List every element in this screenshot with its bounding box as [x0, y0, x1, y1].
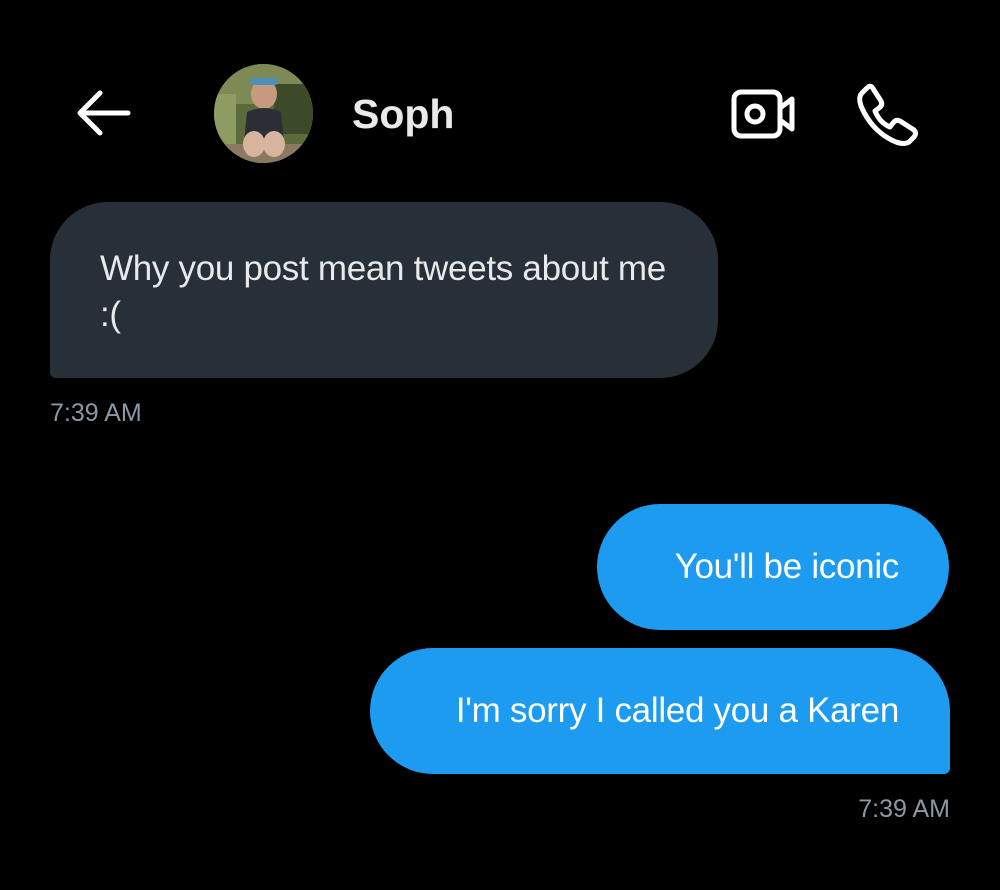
- message-timestamp: 7:39 AM: [858, 795, 950, 823]
- phone-icon: [857, 83, 918, 146]
- arrow-left-icon: [77, 90, 131, 136]
- message-bubble-outgoing[interactable]: I'm sorry I called you a Karen: [370, 648, 950, 774]
- message-timestamp: 7:39 AM: [50, 399, 142, 427]
- profile-photo: [214, 64, 313, 163]
- conversation-header: Soph: [0, 0, 1000, 200]
- back-button[interactable]: [70, 85, 134, 141]
- voice-call-button[interactable]: [852, 80, 922, 148]
- message-bubble-outgoing[interactable]: You'll be iconic: [597, 504, 949, 630]
- video-camera-icon: [731, 89, 795, 139]
- contact-name[interactable]: Soph: [352, 90, 454, 138]
- message-bubble-incoming[interactable]: Why you post mean tweets about me :(: [50, 202, 718, 378]
- avatar[interactable]: [214, 64, 313, 163]
- video-call-button[interactable]: [728, 84, 798, 144]
